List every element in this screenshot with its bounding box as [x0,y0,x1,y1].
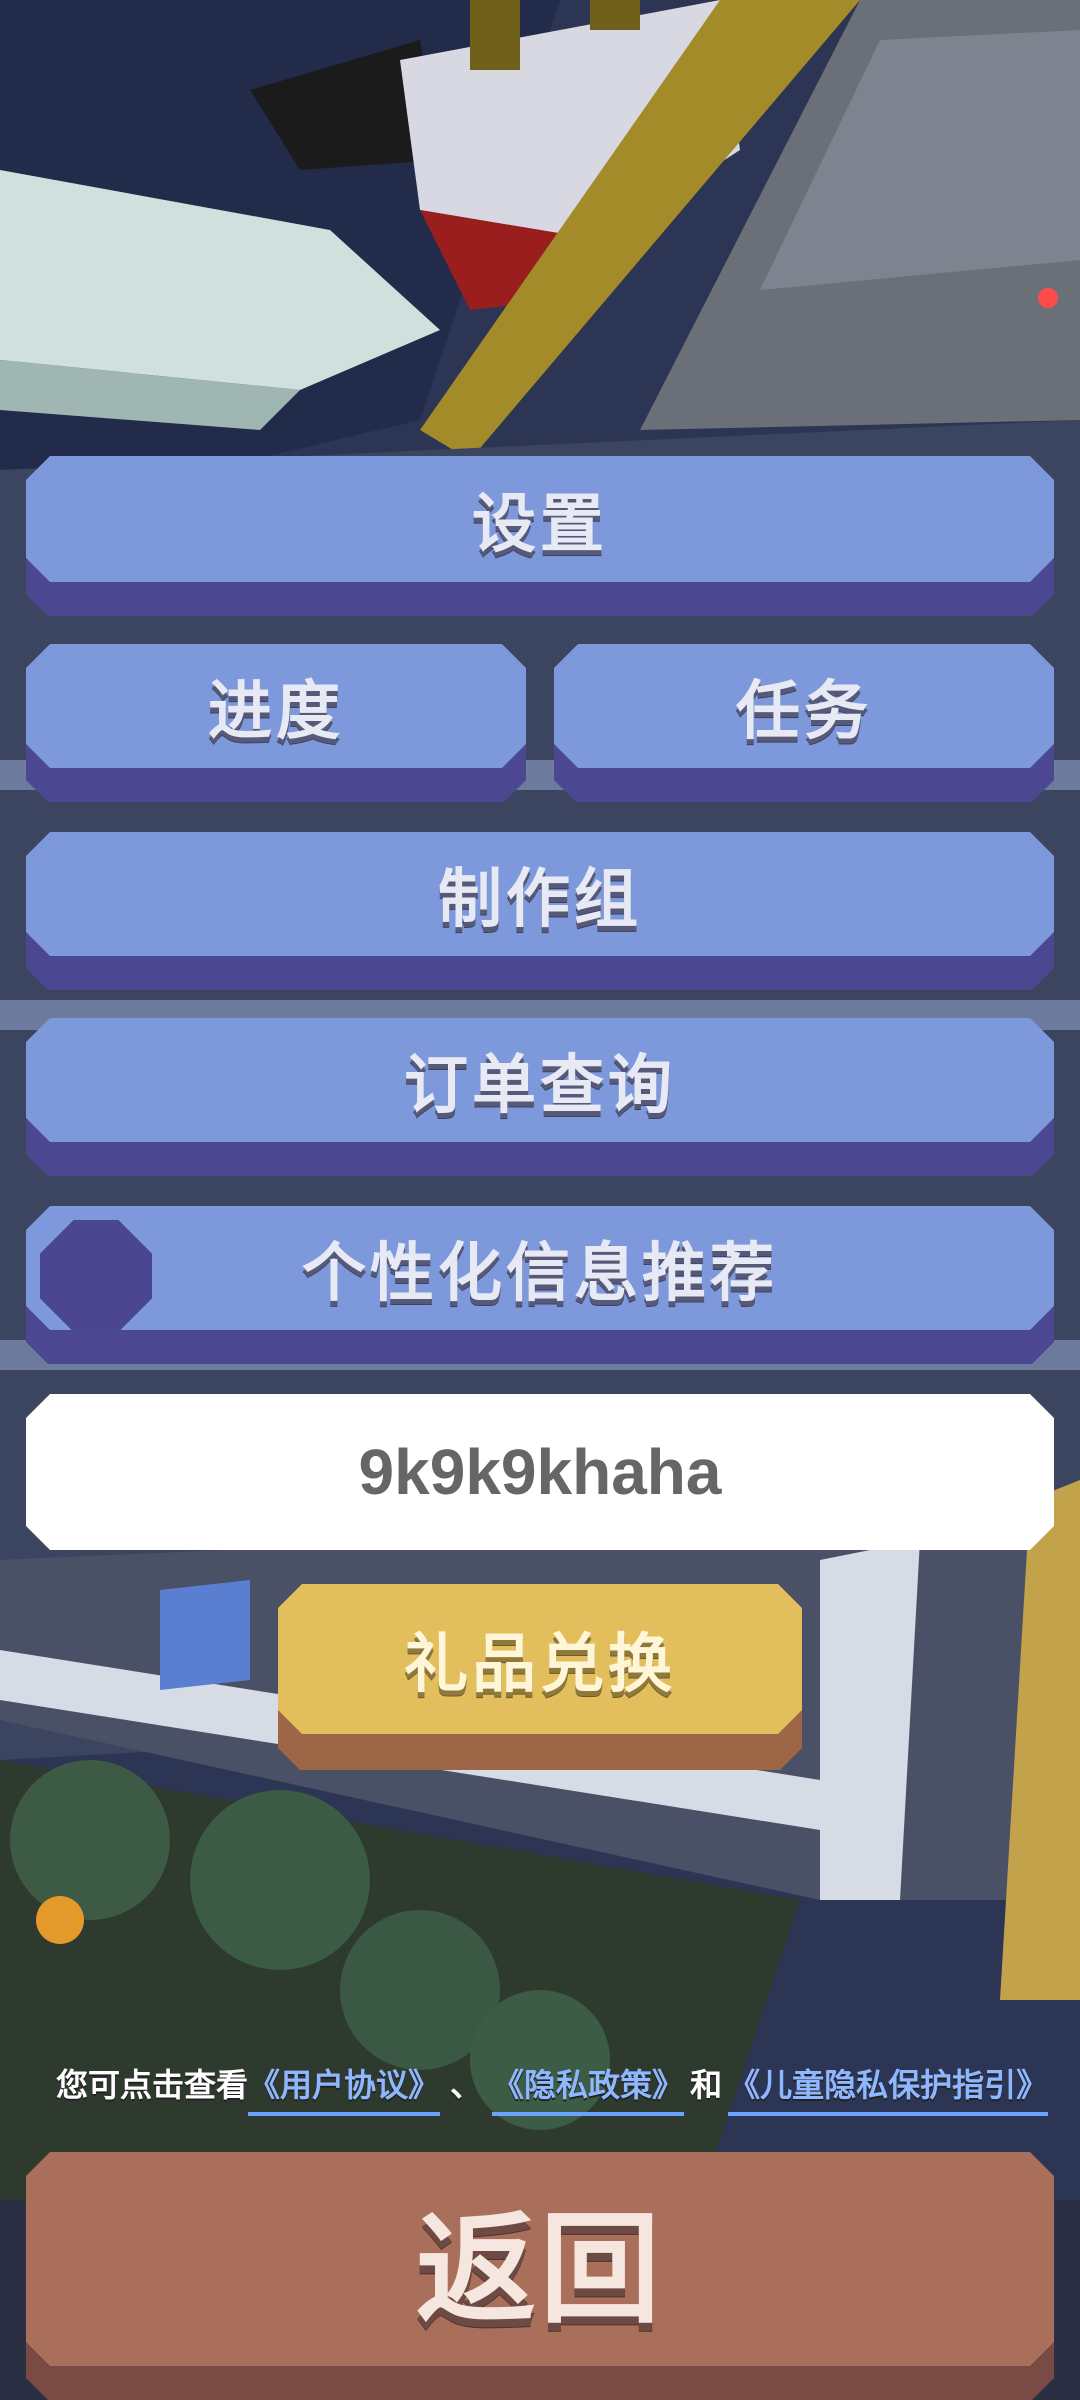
player-name: 9k9k9khaha [358,1436,722,1508]
tasks-label: 任务 [736,675,872,749]
order-query-button[interactable]: 订单查询 [26,1018,1054,1176]
personalized-recommendation-toggle[interactable]: 个性化信息推荐 [26,1206,1054,1364]
user-agreement-link[interactable]: 《用户协议》 [248,2060,441,2116]
credits-button[interactable]: 制作组 [26,832,1054,990]
credits-label: 制作组 [438,863,642,937]
settings-label: 设置 [472,488,608,562]
game-scene-background [0,0,1080,2400]
progress-button[interactable]: 进度 [26,644,526,802]
agreement-sep-1: 、 [450,2066,483,2104]
progress-label: 进度 [208,675,344,749]
agreement-prefix: 您可点击查看 [56,2066,249,2104]
toggle-knob[interactable] [40,1220,152,1332]
gift-redeem-label: 礼品兑换 [404,1628,676,1702]
back-button[interactable]: 返回 [26,2152,1054,2400]
child-privacy-link[interactable]: 《儿童隐私保护指引》 [728,2060,1049,2116]
back-label: 返回 [416,2201,664,2340]
privacy-policy-link[interactable]: 《隐私政策》 [492,2060,685,2116]
agreement-text: 您可点击查看 《用户协议》 、 《隐私政策》 和 《儿童隐私保护指引》 [56,2060,1056,2120]
order-query-label: 订单查询 [404,1049,676,1123]
player-name-box: 9k9k9khaha [26,1394,1054,1550]
agreement-sep-2: 和 [690,2066,723,2104]
personalized-recommendation-label: 个性化信息推荐 [302,1237,778,1311]
settings-button[interactable]: 设置 [26,456,1054,616]
tasks-button[interactable]: 任务 [554,644,1054,802]
gift-redeem-button[interactable]: 礼品兑换 [278,1584,802,1770]
